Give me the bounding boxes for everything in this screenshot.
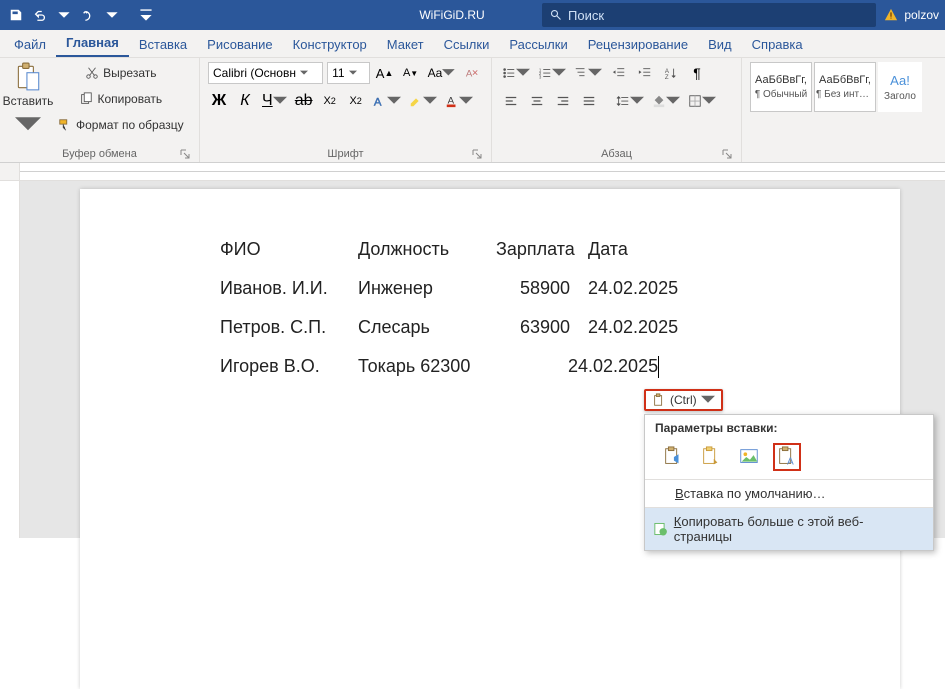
tab-view[interactable]: Вид bbox=[698, 32, 742, 57]
svg-text:A: A bbox=[466, 69, 473, 80]
title-bar: WiFiGiD.RU Поиск polzov bbox=[0, 0, 945, 30]
justify-button[interactable] bbox=[578, 90, 600, 112]
tab-references[interactable]: Ссылки bbox=[434, 32, 500, 57]
undo-button[interactable] bbox=[30, 5, 50, 25]
multilevel-list-button[interactable] bbox=[572, 62, 604, 84]
document-content[interactable]: ФИО Должность Зарплата Дата Иванов. И.И.… bbox=[220, 239, 900, 378]
group-title-font: Шрифт bbox=[327, 148, 363, 160]
copy-more-web-menu-item[interactable]: Копировать больше с этой веб-страницы bbox=[645, 508, 933, 550]
search-placeholder: Поиск bbox=[568, 8, 604, 23]
ribbon-tabs: Файл Главная Вставка Рисование Конструкт… bbox=[0, 30, 945, 58]
group-title-paragraph: Абзац bbox=[601, 148, 632, 160]
search-box[interactable]: Поиск bbox=[542, 3, 876, 27]
font-color-button[interactable]: A bbox=[443, 90, 475, 112]
paste-options-badge[interactable]: (Ctrl) bbox=[644, 389, 723, 411]
align-center-button[interactable] bbox=[526, 90, 548, 112]
copy-web-icon bbox=[653, 521, 668, 537]
shading-button[interactable] bbox=[650, 90, 682, 112]
chevron-down-icon[interactable] bbox=[54, 5, 74, 25]
user-account[interactable]: polzov bbox=[884, 8, 945, 22]
cut-button[interactable]: Вырезать bbox=[56, 62, 186, 84]
chevron-down-icon bbox=[701, 393, 715, 407]
ruler-vertical[interactable] bbox=[0, 181, 20, 538]
tab-design[interactable]: Конструктор bbox=[283, 32, 377, 57]
warning-icon bbox=[884, 8, 898, 22]
font-name-select[interactable]: Calibri (Основн bbox=[208, 62, 323, 84]
tab-insert[interactable]: Вставка bbox=[129, 32, 197, 57]
paste-keep-source-button[interactable] bbox=[659, 443, 687, 471]
clipboard-icon bbox=[652, 393, 666, 407]
tab-mailings[interactable]: Рассылки bbox=[499, 32, 577, 57]
paste-merge-button[interactable] bbox=[697, 443, 725, 471]
search-icon bbox=[550, 9, 562, 21]
dialog-launcher-icon[interactable] bbox=[721, 148, 733, 160]
paste-options-title: Параметры вставки: bbox=[645, 415, 933, 439]
tab-help[interactable]: Справка bbox=[742, 32, 813, 57]
paste-default-menu-item[interactable]: Вставка по умолчанию… bbox=[645, 480, 933, 507]
decrease-indent-button[interactable] bbox=[608, 62, 630, 84]
copy-button[interactable]: Копировать bbox=[56, 88, 186, 110]
table-row: Иванов. И.И. Инженер 58900 24.02.2025 bbox=[220, 278, 900, 299]
ruler-horizontal[interactable] bbox=[0, 163, 945, 181]
tab-layout[interactable]: Макет bbox=[377, 32, 434, 57]
show-marks-button[interactable]: ¶ bbox=[686, 62, 708, 84]
align-right-button[interactable] bbox=[552, 90, 574, 112]
bullets-button[interactable] bbox=[500, 62, 532, 84]
chevron-down-icon bbox=[15, 110, 41, 140]
highlight-button[interactable] bbox=[407, 90, 439, 112]
format-painter-button[interactable]: Формат по образцу bbox=[56, 114, 186, 136]
increase-indent-button[interactable] bbox=[634, 62, 656, 84]
style-nospacing[interactable]: АаБбВвГг, ¶ Без инте… bbox=[814, 62, 876, 112]
underline-button[interactable]: Ч bbox=[260, 90, 289, 112]
sort-button[interactable]: AZ bbox=[660, 62, 682, 84]
dialog-launcher-icon[interactable] bbox=[471, 148, 483, 160]
svg-text:3: 3 bbox=[539, 74, 542, 79]
save-button[interactable] bbox=[6, 5, 26, 25]
align-left-button[interactable] bbox=[500, 90, 522, 112]
change-case-button[interactable]: Aa bbox=[426, 62, 457, 84]
text-cursor bbox=[658, 356, 659, 378]
chevron-down-icon[interactable] bbox=[102, 5, 122, 25]
bold-button[interactable]: Ж bbox=[208, 90, 230, 112]
paste-picture-button[interactable] bbox=[735, 443, 763, 471]
strikethrough-button[interactable]: ab bbox=[293, 90, 315, 112]
table-row: Игорев В.О. Токарь 62300 24.02.2025 bbox=[220, 356, 900, 378]
numbering-button[interactable]: 123 bbox=[536, 62, 568, 84]
group-title-clipboard: Буфер обмена bbox=[62, 148, 137, 160]
style-normal[interactable]: АаБбВвГг, ¶ Обычный bbox=[750, 62, 812, 112]
qat-customize-button[interactable] bbox=[136, 5, 156, 25]
paste-button[interactable]: Вставить bbox=[8, 62, 48, 140]
document-title: WiFiGiD.RU bbox=[362, 8, 542, 22]
quick-access-toolbar bbox=[0, 5, 162, 25]
table-row: Петров. С.П. Слесарь 63900 24.02.2025 bbox=[220, 317, 900, 338]
superscript-button[interactable]: X2 bbox=[345, 90, 367, 112]
svg-text:A: A bbox=[374, 96, 382, 108]
tab-home[interactable]: Главная bbox=[56, 30, 129, 57]
clear-formatting-button[interactable]: A bbox=[461, 62, 483, 84]
borders-button[interactable] bbox=[686, 90, 718, 112]
font-size-select[interactable]: 11 bbox=[327, 62, 369, 84]
style-heading1[interactable]: Аа! Заголо bbox=[878, 62, 922, 112]
svg-text:A: A bbox=[787, 456, 794, 467]
dialog-launcher-icon[interactable] bbox=[179, 148, 191, 160]
tab-review[interactable]: Рецензирование bbox=[578, 32, 698, 57]
italic-button[interactable]: К bbox=[234, 90, 256, 112]
tab-file[interactable]: Файл bbox=[4, 32, 56, 57]
tab-draw[interactable]: Рисование bbox=[197, 32, 282, 57]
decrease-font-button[interactable]: A▼ bbox=[400, 62, 422, 84]
table-header: ФИО Должность Зарплата Дата bbox=[220, 239, 900, 260]
text-effects-button[interactable]: A bbox=[371, 90, 403, 112]
paste-options-menu: Параметры вставки: A Вставка по умолчани… bbox=[644, 414, 934, 551]
subscript-button[interactable]: X2 bbox=[319, 90, 341, 112]
svg-text:Z: Z bbox=[665, 74, 669, 80]
line-spacing-button[interactable] bbox=[614, 90, 646, 112]
paste-text-only-button[interactable]: A bbox=[773, 443, 801, 471]
increase-font-button[interactable]: A▲ bbox=[374, 62, 396, 84]
redo-button[interactable] bbox=[78, 5, 98, 25]
ribbon: Вставить Вырезать Копировать Формат по о… bbox=[0, 58, 945, 163]
